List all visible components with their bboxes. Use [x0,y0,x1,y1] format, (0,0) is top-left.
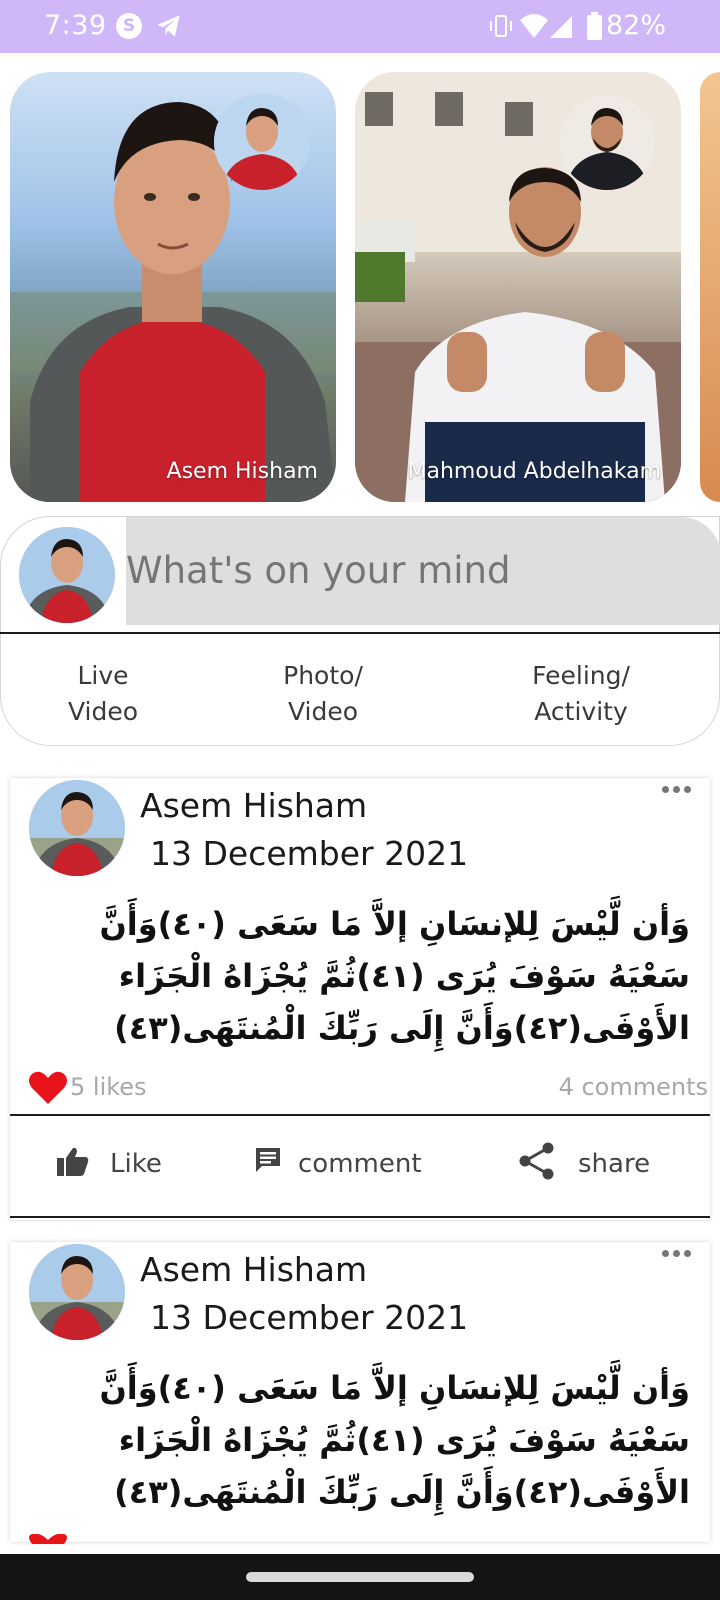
post-text: وَأن لَّيْسَ لِلإنسَانِ إلاَّ مَا سَعَى … [99,1369,690,1511]
story-card[interactable]: Asem Hisham [10,72,336,502]
photo-video-button[interactable]: Photo/ Video [263,658,383,730]
photo-video-label-line1: Photo/ [283,661,363,690]
live-video-label-line1: Live [77,661,129,690]
feeling-activity-label-line2: Activity [534,697,628,726]
more-options-icon[interactable] [662,1242,702,1266]
post-actions: Like comment share [10,1116,710,1216]
feeling-activity-button[interactable]: Feeling/ Activity [501,658,661,730]
avatar[interactable] [29,780,125,876]
like-label: Like [110,1149,162,1179]
avatar[interactable] [19,527,115,623]
story-name: Asem Hisham [166,459,318,484]
divider [10,1216,710,1218]
comment-label: comment [298,1149,422,1179]
more-options-icon[interactable] [662,778,702,802]
stories-row: Asem Hisham Mahmoud Abdelhakam [0,70,720,502]
system-nav-bar [0,1554,720,1600]
photo-video-label-line2: Video [287,697,359,726]
avatar[interactable] [29,1244,125,1340]
story-card[interactable]: Mahmoud Abdelhakam [355,72,681,502]
post-card: Asem Hisham 13 December 2021 وَأن لَّيْس… [10,778,710,1220]
status-time: 7:39 [44,10,107,41]
post-date: 13 December 2021 [150,834,469,873]
post-author[interactable]: Asem Hisham [140,786,367,825]
live-video-label-line2: Video [67,697,139,726]
post-text: وَأن لَّيْسَ لِلإنسَانِ إلاَّ مَا سَعَى … [99,905,690,1047]
live-video-button[interactable]: Live Video [53,658,153,730]
feeling-activity-label-line1: Feeling/ [532,661,630,690]
wifi-icon [520,14,548,38]
vibrate-icon [490,15,512,37]
status-bar: 7:39 S 82% [0,0,720,53]
telegram-icon [157,15,180,37]
post-stats: 5 likes 4 comments [10,1068,710,1108]
heart-icon [29,1071,67,1104]
story-name: Mahmoud Abdelhakam [407,459,661,484]
likes-count[interactable]: 5 likes [70,1073,147,1101]
post-author[interactable]: Asem Hisham [140,1250,367,1289]
post-date: 13 December 2021 [150,1298,469,1337]
post-composer [0,516,720,632]
composer-actions: Live Video Photo/ Video Feeling/ Activit… [0,634,720,746]
story-card[interactable] [700,72,720,502]
post-card: Asem Hisham 13 December 2021 وَأن لَّيْس… [10,1242,710,1544]
comment-icon [256,1148,280,1172]
battery-percent: 82% [606,10,667,41]
share-icon [519,1142,554,1180]
story-avatar [214,94,310,190]
thumbs-up-icon [57,1147,89,1176]
cell-signal-icon [550,16,572,38]
skype-icon: S [116,13,142,39]
share-label: share [578,1149,651,1179]
battery-icon [587,12,602,40]
comments-count[interactable]: 4 comments [559,1073,708,1101]
whats-on-your-mind-input[interactable] [126,517,720,625]
heart-icon [29,1534,67,1544]
home-gesture-handle[interactable] [246,1572,474,1582]
story-avatar [559,94,655,190]
